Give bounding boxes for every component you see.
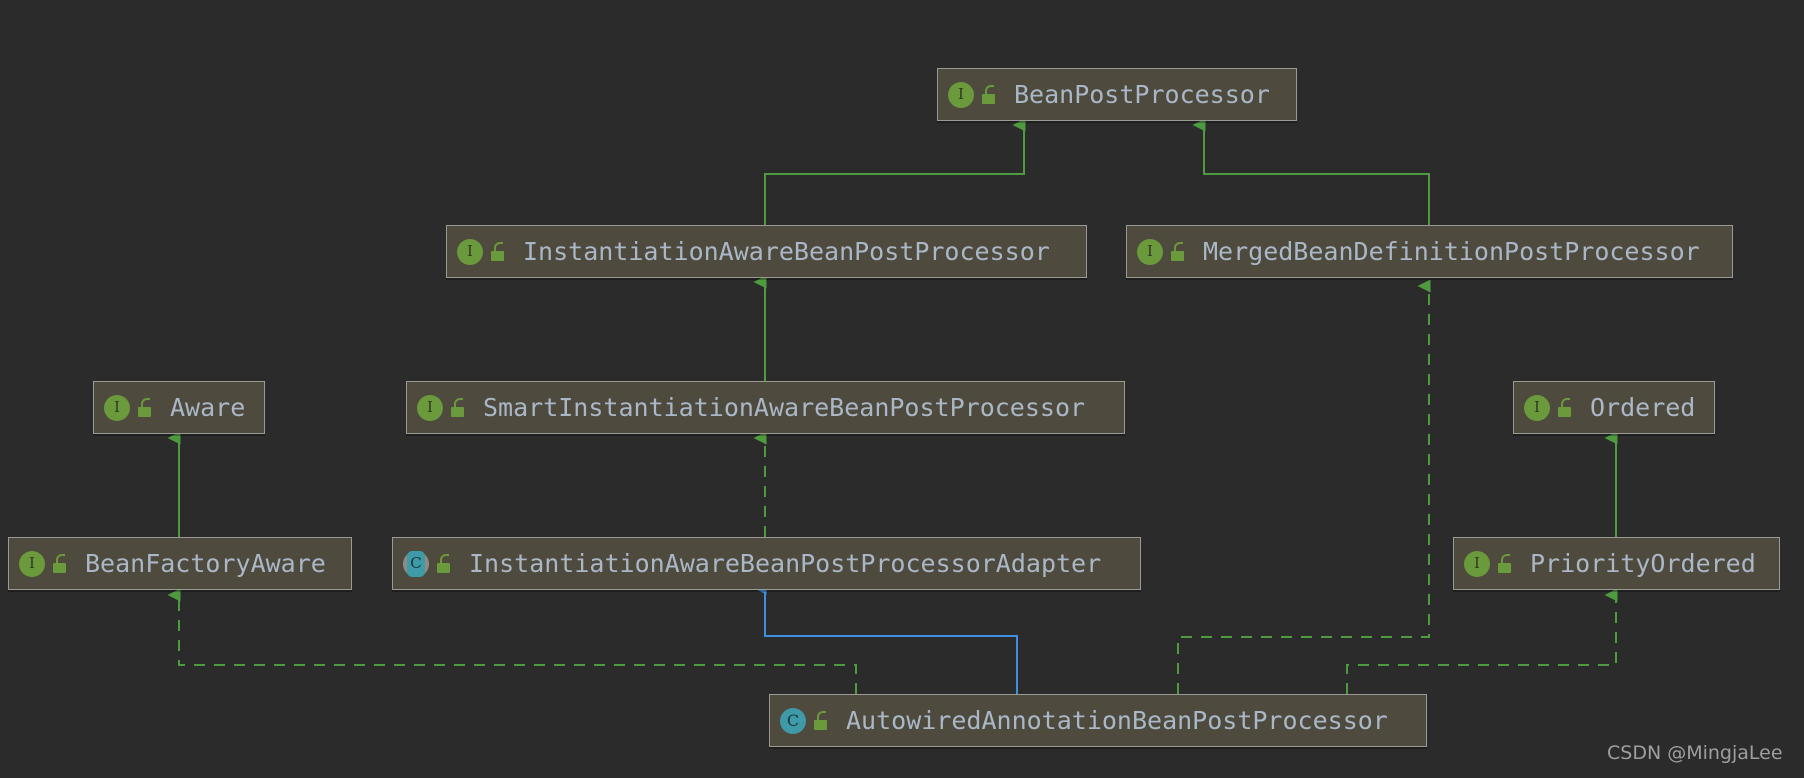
- public-unlocked-icon: [1498, 553, 1514, 574]
- class-node-label: PriorityOrdered: [1530, 549, 1756, 578]
- class-node-label: BeanPostProcessor: [1014, 80, 1270, 109]
- class-node-aware[interactable]: Aware: [93, 381, 265, 434]
- class-node-beanFactoryAware[interactable]: BeanFactoryAware: [8, 537, 352, 590]
- public-unlocked-icon: [53, 553, 69, 574]
- interface-icon: [1464, 550, 1490, 577]
- class-node-instantiationAware[interactable]: InstantiationAwareBeanPostProcessor: [446, 225, 1087, 278]
- class-node-adapter[interactable]: InstantiationAwareBeanPostProcessorAdapt…: [392, 537, 1141, 590]
- class-node-label: AutowiredAnnotationBeanPostProcessor: [846, 706, 1388, 735]
- edge-extends-instantiationAware-to-beanPostProcessor: [764, 118, 1026, 225]
- class-node-ordered[interactable]: Ordered: [1513, 381, 1715, 434]
- interface-icon: [417, 394, 443, 421]
- interface-icon: [1137, 238, 1163, 265]
- interface-icon: [19, 550, 45, 577]
- class-icon: [403, 550, 429, 577]
- edge-implements-autowired-to-priorityOrdered: [1346, 588, 1618, 694]
- interface-icon: [104, 394, 130, 421]
- class-node-smartInstantiationAware[interactable]: SmartInstantiationAwareBeanPostProcessor: [406, 381, 1125, 434]
- interface-icon: [457, 238, 483, 265]
- class-node-label: InstantiationAwareBeanPostProcessorAdapt…: [469, 549, 1102, 578]
- public-unlocked-icon: [491, 241, 507, 262]
- public-unlocked-icon: [982, 84, 998, 105]
- class-node-autowired[interactable]: AutowiredAnnotationBeanPostProcessor: [769, 694, 1427, 747]
- class-icon: [780, 707, 806, 734]
- class-node-label: Ordered: [1590, 393, 1696, 422]
- public-unlocked-icon: [138, 397, 154, 418]
- interface-icon: [948, 81, 974, 108]
- class-node-label: InstantiationAwareBeanPostProcessor: [523, 237, 1050, 266]
- interface-icon: [1524, 394, 1550, 421]
- public-unlocked-icon: [1171, 241, 1187, 262]
- class-node-beanPostProcessor[interactable]: BeanPostProcessor: [937, 68, 1297, 121]
- public-unlocked-icon: [1558, 397, 1574, 418]
- edge-implements-autowired-to-beanFactoryAware: [167, 588, 857, 694]
- watermark: CSDN @MingjaLee: [1607, 742, 1783, 764]
- edge-extends-mergedBeanDefinition-to-beanPostProcessor: [1192, 118, 1430, 225]
- edge-extends-autowired-to-adapter: [753, 581, 1018, 694]
- edge-implements-autowired-to-mergedBeanDefinition: [1177, 279, 1431, 694]
- public-unlocked-icon: [437, 553, 453, 574]
- uml-class-diagram-canvas: BeanPostProcessor InstantiationAwareBeanP…: [0, 0, 1804, 778]
- class-node-mergedBeanDefinition[interactable]: MergedBeanDefinitionPostProcessor: [1126, 225, 1733, 278]
- class-node-label: SmartInstantiationAwareBeanPostProcessor: [483, 393, 1086, 422]
- public-unlocked-icon: [451, 397, 467, 418]
- class-node-priorityOrdered[interactable]: PriorityOrdered: [1453, 537, 1780, 590]
- class-node-label: MergedBeanDefinitionPostProcessor: [1203, 237, 1700, 266]
- class-node-label: BeanFactoryAware: [85, 549, 326, 578]
- class-node-label: Aware: [170, 393, 246, 422]
- public-unlocked-icon: [814, 710, 830, 731]
